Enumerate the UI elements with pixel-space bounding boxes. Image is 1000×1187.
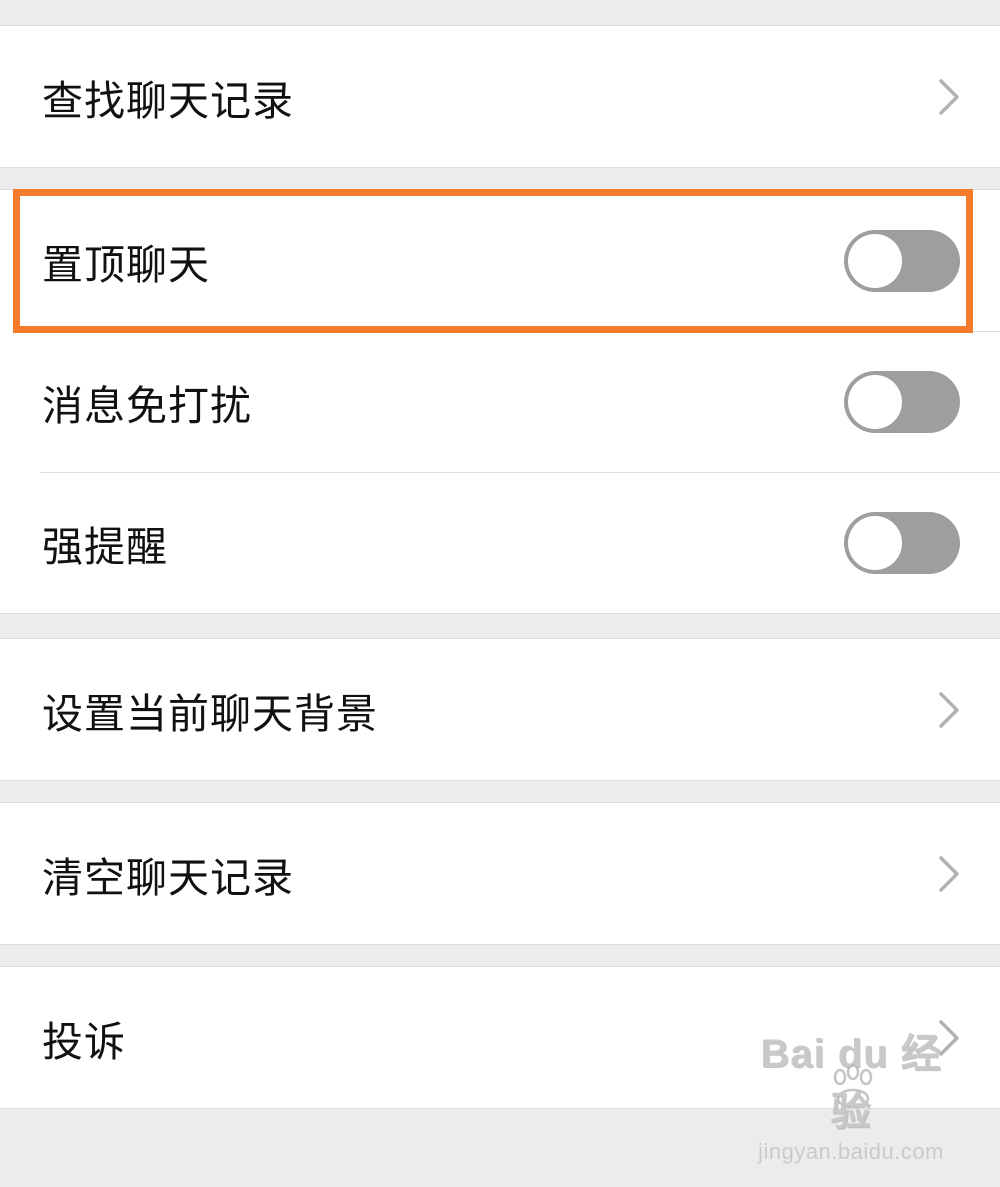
pin-chat-switch[interactable] [844, 229, 960, 292]
mute-notifications-row: 消息免打扰 [0, 331, 1000, 472]
switch-knob [848, 374, 902, 429]
mute-notifications-switch[interactable] [844, 370, 960, 433]
group-clear: 清空聊天记录 [0, 802, 1000, 945]
watermark-logo-text: Bai du 经验 [760, 1032, 942, 1134]
chevron-right-icon [939, 78, 959, 115]
set-background-label: 设置当前聊天背景 [42, 689, 378, 738]
pin-chat-row: 置顶聊天 [0, 190, 1000, 331]
baidu-jingyan-watermark: Bai du 经验 jingyan.baidu.com [756, 1021, 946, 1165]
chevron-right-icon [939, 691, 959, 728]
pin-chat-label: 置顶聊天 [42, 240, 210, 289]
switch-knob [848, 515, 902, 570]
set-background-row[interactable]: 设置当前聊天背景 [0, 639, 1000, 780]
strong-reminder-switch[interactable] [844, 511, 960, 574]
search-chat-history-row[interactable]: 查找聊天记录 [0, 26, 1000, 167]
group-chat-toggles: 置顶聊天 消息免打扰 强提醒 [0, 189, 1000, 614]
search-chat-history-label: 查找聊天记录 [42, 76, 294, 125]
group-background: 设置当前聊天背景 [0, 638, 1000, 781]
report-label: 投诉 [42, 1017, 126, 1066]
strong-reminder-row: 强提醒 [0, 472, 1000, 613]
watermark-url: jingyan.baidu.com [758, 1139, 944, 1164]
mute-notifications-label: 消息免打扰 [42, 381, 252, 430]
switch-knob [848, 233, 902, 288]
strong-reminder-label: 强提醒 [42, 522, 168, 571]
chevron-right-icon [939, 855, 959, 892]
clear-chat-history-row[interactable]: 清空聊天记录 [0, 803, 1000, 944]
group-search: 查找聊天记录 [0, 25, 1000, 168]
clear-chat-history-label: 清空聊天记录 [42, 853, 294, 902]
